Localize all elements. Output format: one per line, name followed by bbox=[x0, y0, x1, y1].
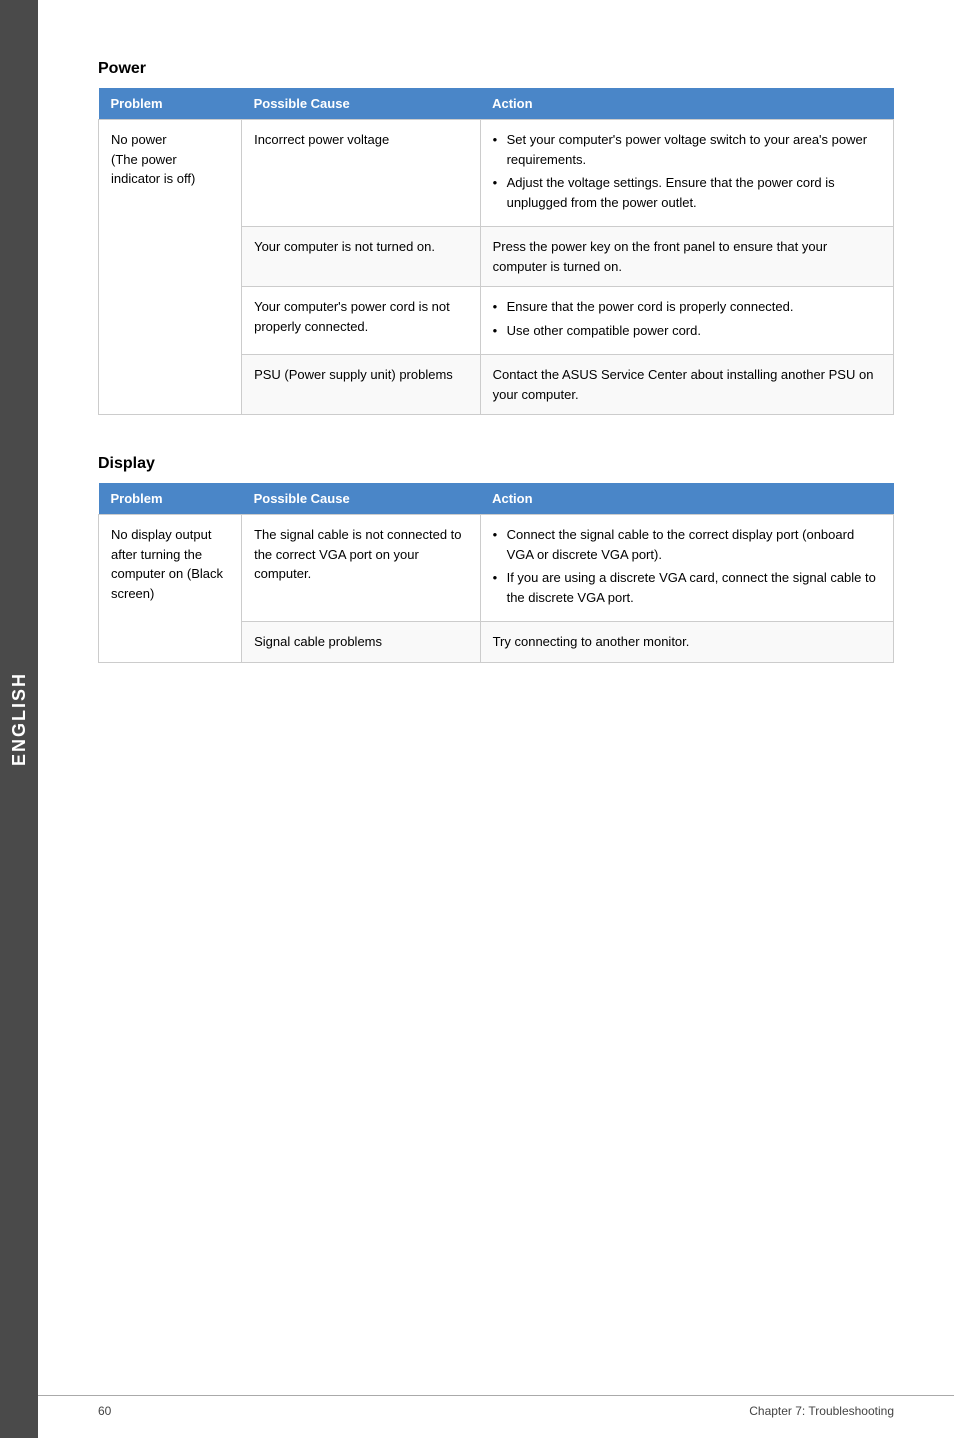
display-cause-cell: The signal cable is not connected to the… bbox=[242, 515, 481, 622]
list-item: If you are using a discrete VGA card, co… bbox=[493, 568, 881, 607]
power-cause-cell: Your computer's power cord is not proper… bbox=[242, 287, 481, 355]
display-problem-cell: No display output after turning the comp… bbox=[99, 515, 242, 663]
display-col-cause: Possible Cause bbox=[242, 483, 481, 515]
power-cause-cell: Incorrect power voltage bbox=[242, 120, 481, 227]
power-col-cause: Possible Cause bbox=[242, 88, 481, 120]
display-col-action: Action bbox=[480, 483, 893, 515]
list-item: Set your computer's power voltage switch… bbox=[493, 130, 881, 169]
display-action-cell: Connect the signal cable to the correct … bbox=[480, 515, 893, 622]
power-action-cell: Contact the ASUS Service Center about in… bbox=[480, 355, 893, 415]
footer-chapter: Chapter 7: Troubleshooting bbox=[749, 1404, 894, 1418]
power-section: Power Problem Possible Cause Action No p… bbox=[98, 60, 894, 415]
power-action-cell: Press the power key on the front panel t… bbox=[480, 227, 893, 287]
display-table-header-row: Problem Possible Cause Action bbox=[99, 483, 894, 515]
display-table: Problem Possible Cause Action No display… bbox=[98, 483, 894, 663]
table-row: No display output after turning the comp… bbox=[99, 515, 894, 622]
display-title: Display bbox=[98, 455, 894, 473]
content-area: Power Problem Possible Cause Action No p… bbox=[38, 0, 954, 763]
power-title: Power bbox=[98, 60, 894, 78]
power-action-cell: Ensure that the power cord is properly c… bbox=[480, 287, 893, 355]
footer-page-number: 60 bbox=[98, 1404, 111, 1418]
power-col-problem: Problem bbox=[99, 88, 242, 120]
power-col-action: Action bbox=[480, 88, 893, 120]
sidebar: ENGLISH bbox=[0, 0, 38, 1438]
display-action-cell: Try connecting to another monitor. bbox=[480, 622, 893, 663]
power-cause-cell: Your computer is not turned on. bbox=[242, 227, 481, 287]
list-item: Adjust the voltage settings. Ensure that… bbox=[493, 173, 881, 212]
display-section: Display Problem Possible Cause Action No… bbox=[98, 455, 894, 663]
power-cause-cell: PSU (Power supply unit) problems bbox=[242, 355, 481, 415]
footer: 60 Chapter 7: Troubleshooting bbox=[38, 1395, 954, 1418]
sidebar-label: ENGLISH bbox=[9, 672, 30, 766]
list-item: Use other compatible power cord. bbox=[493, 321, 881, 341]
display-cause-cell: Signal cable problems bbox=[242, 622, 481, 663]
table-row: No power(The power indicator is off)Inco… bbox=[99, 120, 894, 227]
power-table-header-row: Problem Possible Cause Action bbox=[99, 88, 894, 120]
list-item: Ensure that the power cord is properly c… bbox=[493, 297, 881, 317]
list-item: Connect the signal cable to the correct … bbox=[493, 525, 881, 564]
display-col-problem: Problem bbox=[99, 483, 242, 515]
power-action-cell: Set your computer's power voltage switch… bbox=[480, 120, 893, 227]
power-problem-cell: No power(The power indicator is off) bbox=[99, 120, 242, 415]
power-table: Problem Possible Cause Action No power(T… bbox=[98, 88, 894, 415]
